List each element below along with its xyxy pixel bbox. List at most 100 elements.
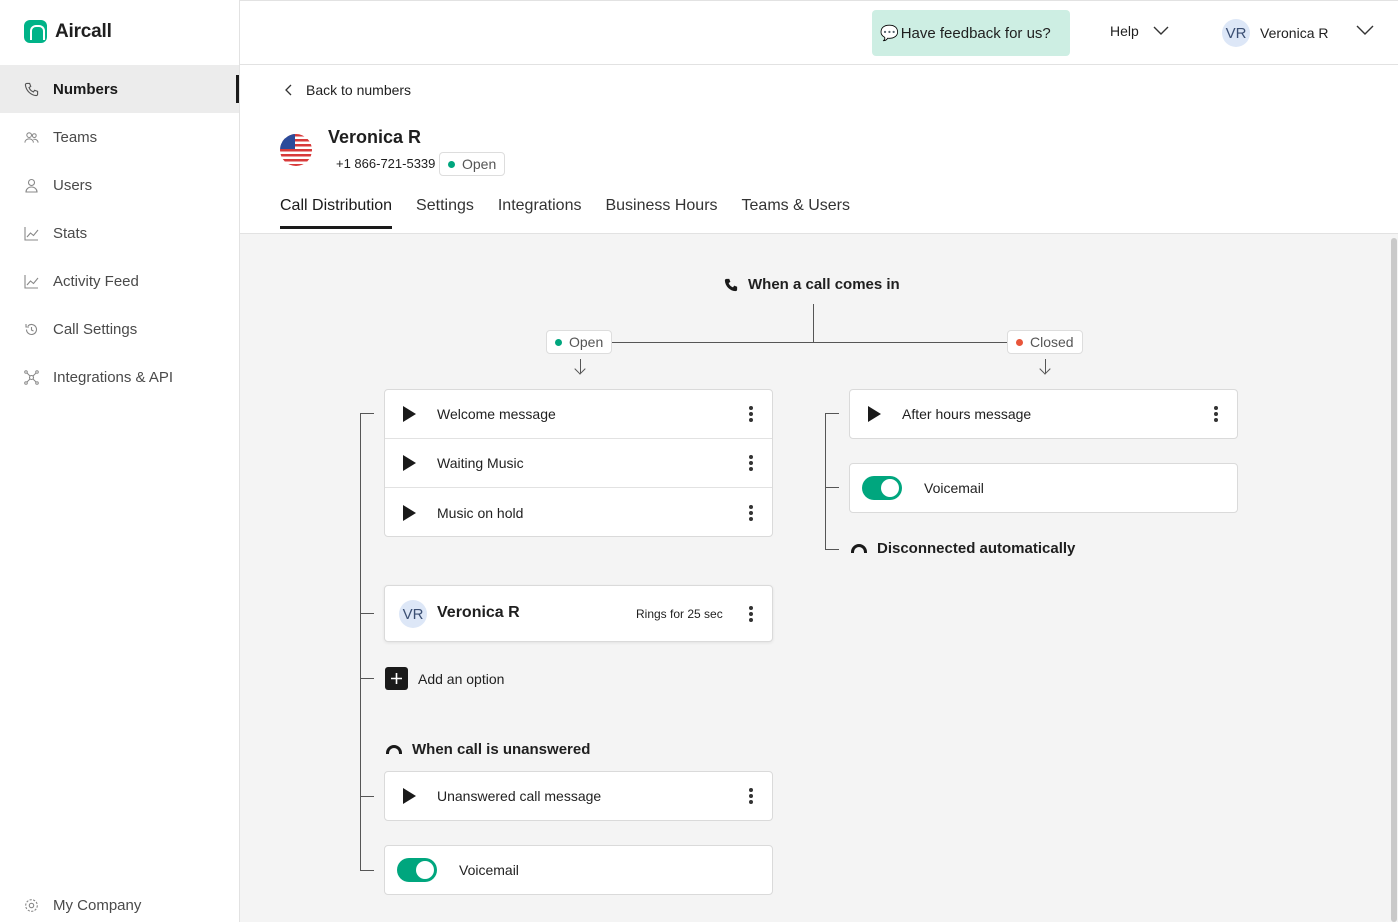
play-icon[interactable] (403, 788, 416, 804)
sidebar-item-activity-feed[interactable]: Activity Feed (0, 257, 239, 305)
tab-business-hours[interactable]: Business Hours (605, 197, 717, 229)
tab-teams-users[interactable]: Teams & Users (742, 197, 850, 229)
aircall-logo[interactable]: Aircall (24, 20, 112, 43)
sidebar-item-label: Integrations & API (53, 368, 174, 386)
sidebar-item-label: Activity Feed (53, 272, 139, 290)
avatar: VR (399, 600, 427, 628)
more-options-icon[interactable] (749, 406, 753, 422)
tree-branch (825, 487, 839, 488)
ring-duration: Rings for 25 sec (636, 607, 723, 621)
list-item[interactable]: Unanswered call message (385, 772, 772, 820)
play-icon[interactable] (403, 455, 416, 471)
open-label: Open (569, 334, 604, 350)
tree-line (360, 413, 361, 870)
user-icon (24, 178, 39, 193)
sidebar-bottom: My Company (0, 882, 239, 922)
tree-branch (360, 796, 374, 797)
activity-icon (24, 274, 39, 289)
back-label: Back to numbers (306, 82, 412, 98)
more-options-icon[interactable] (1214, 406, 1218, 422)
sidebar: Aircall Numbers Teams Users Stats Activi… (0, 0, 240, 922)
aircall-logo-icon (24, 20, 47, 43)
unanswered-message-card[interactable]: Unanswered call message (384, 771, 773, 821)
gear-icon (24, 898, 39, 913)
list-item[interactable]: Waiting Music (385, 439, 772, 488)
sidebar-item-label: Call Settings (53, 320, 138, 338)
phone-number: +1 866-721-5339 (336, 156, 436, 171)
tab-integrations[interactable]: Integrations (498, 197, 582, 229)
connector-line (612, 342, 1010, 343)
help-menu[interactable]: Help (1110, 23, 1169, 39)
voicemail-card: Voicemail (384, 845, 773, 895)
phone-icon (24, 82, 39, 97)
back-link[interactable]: Back to numbers (284, 82, 411, 98)
agent-name: Veronica R (437, 604, 520, 621)
user-name: Veronica R (1260, 25, 1329, 41)
message-label: Waiting Music (437, 455, 524, 471)
sidebar-item-integrations-api[interactable]: Integrations & API (0, 353, 239, 401)
more-options-icon[interactable] (749, 455, 753, 471)
more-options-icon[interactable] (749, 788, 753, 804)
sidebar-item-call-settings[interactable]: Call Settings (0, 305, 239, 353)
tree-branch (360, 870, 374, 871)
voicemail-label: Voicemail (924, 480, 984, 496)
sidebar-item-teams[interactable]: Teams (0, 113, 239, 161)
disconnected-text: Disconnected automatically (877, 540, 1076, 557)
tab-settings[interactable]: Settings (416, 197, 474, 229)
sidebar-item-numbers[interactable]: Numbers (0, 65, 239, 113)
sidebar-item-label: Numbers (53, 80, 119, 98)
user-menu[interactable]: VR Veronica R (1222, 19, 1328, 47)
open-dot-icon (555, 338, 562, 346)
chevron-left-icon (285, 84, 292, 96)
list-item[interactable]: Welcome message (385, 390, 772, 439)
feedback-button[interactable]: 💬 Have feedback for us? (872, 10, 1070, 56)
play-icon[interactable] (403, 504, 416, 521)
tree-line (825, 413, 826, 549)
list-item: Voicemail (850, 464, 1237, 512)
hangup-icon (851, 544, 867, 553)
play-icon[interactable] (403, 406, 416, 422)
app-name: Aircall (55, 20, 112, 42)
tree-branch (825, 549, 839, 550)
tree-branch (360, 413, 374, 414)
arrow-down-icon (580, 359, 581, 373)
more-options-icon[interactable] (749, 605, 753, 622)
sidebar-item-label: My Company (53, 896, 142, 914)
chevron-down-icon[interactable] (1356, 25, 1374, 36)
voicemail-toggle[interactable] (397, 858, 437, 882)
add-option-button[interactable]: Add an option (385, 667, 504, 690)
sidebar-item-users[interactable]: Users (0, 161, 239, 209)
unanswered-label: When call is unanswered (412, 741, 591, 758)
sidebar-item-stats[interactable]: Stats (0, 209, 239, 257)
add-option-label: Add an option (418, 670, 505, 687)
status-badge: Open (439, 152, 506, 176)
after-hours-card[interactable]: After hours message (849, 389, 1238, 439)
closed-label: Closed (1030, 334, 1074, 350)
sidebar-item-label: Teams (53, 128, 98, 146)
open-branch-badge: Open (546, 330, 613, 354)
message-label: Music on hold (437, 504, 524, 521)
list-item[interactable]: Music on hold (385, 488, 772, 537)
feedback-label: Have feedback for us? (900, 24, 1051, 42)
list-item: Voicemail (385, 846, 772, 894)
agent-card[interactable]: VR Veronica R Rings for 25 sec (384, 585, 773, 642)
voicemail-label: Voicemail (459, 862, 519, 878)
message-label: After hours message (902, 406, 1032, 422)
top-bar: 💬 Have feedback for us? Help VR Veronica… (240, 0, 1398, 65)
hangup-icon (386, 745, 402, 754)
page-title: Veronica R (328, 127, 422, 147)
list-item[interactable]: After hours message (850, 390, 1237, 438)
connector-line (813, 304, 814, 342)
disconnected-label: Disconnected automatically (851, 540, 1075, 557)
incoming-call-title: When a call comes in (724, 276, 900, 293)
message-label: Unanswered call message (437, 788, 602, 804)
play-icon[interactable] (868, 406, 881, 422)
help-label: Help (1110, 23, 1139, 39)
tab-call-distribution[interactable]: Call Distribution (280, 197, 393, 229)
voicemail-toggle[interactable] (862, 476, 902, 500)
more-options-icon[interactable] (749, 504, 753, 521)
page-header: Back to numbers Veronica R +1 866-721-53… (240, 65, 1398, 234)
closed-branch-badge: Closed (1007, 330, 1083, 354)
scrollbar[interactable] (1391, 238, 1397, 922)
sidebar-item-my-company[interactable]: My Company (0, 882, 239, 922)
